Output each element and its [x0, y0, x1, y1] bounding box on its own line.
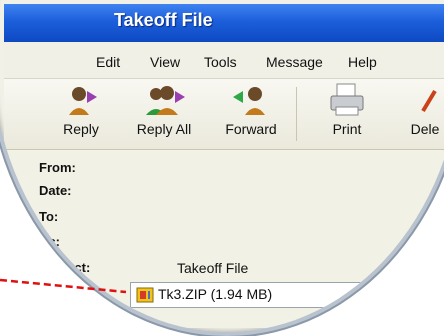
print-icon	[330, 83, 364, 116]
subject-label: Subject:	[39, 260, 91, 275]
reply-all-label: Reply All	[136, 121, 192, 137]
toolbar: Reply Reply All Forward Print Dele	[4, 79, 444, 150]
date-label: Date:	[39, 183, 72, 198]
attach-label: Attach:	[39, 287, 84, 302]
reply-label: Reply	[63, 121, 99, 137]
title-bar: Takeoff File	[4, 4, 444, 42]
forward-label: Forward	[225, 121, 277, 137]
to-label: To:	[39, 209, 59, 224]
menu-help[interactable]: Help	[348, 54, 377, 70]
zip-file-icon	[136, 287, 154, 303]
attachment-name[interactable]: Tk3.ZIP (1.94 MB)	[158, 286, 272, 302]
menu-bar: Edit View Tools Message Help	[4, 42, 444, 79]
delete-button[interactable]: Dele	[400, 81, 444, 147]
forward-icon	[233, 87, 265, 115]
forward-button[interactable]: Forward	[216, 81, 286, 147]
menu-view[interactable]: View	[150, 54, 180, 70]
message-header: From: Date: To: Cc: Subject: Takeoff Fil…	[4, 150, 444, 328]
from-label: From:	[39, 160, 76, 175]
menu-message[interactable]: Message	[266, 54, 323, 70]
delete-icon	[421, 89, 437, 113]
cc-label: Cc:	[39, 234, 60, 249]
magnifier-lens: Takeoff File Edit View Tools Message Hel…	[0, 0, 444, 336]
subject-value: Takeoff File	[177, 260, 249, 276]
reply-all-button[interactable]: Reply All	[128, 81, 200, 147]
reply-all-icon	[146, 86, 185, 115]
reply-button[interactable]: Reply	[56, 81, 106, 147]
menu-edit[interactable]: Edit	[96, 54, 120, 70]
menu-tools[interactable]: Tools	[204, 54, 237, 70]
attachment-field[interactable]: Tk3.ZIP (1.94 MB)	[130, 282, 444, 308]
window-title: Takeoff File	[114, 10, 213, 30]
print-button[interactable]: Print	[322, 81, 372, 147]
delete-label: Dele	[410, 121, 440, 137]
reply-icon	[69, 87, 97, 115]
toolbar-separator	[296, 87, 297, 141]
print-label: Print	[332, 121, 362, 137]
